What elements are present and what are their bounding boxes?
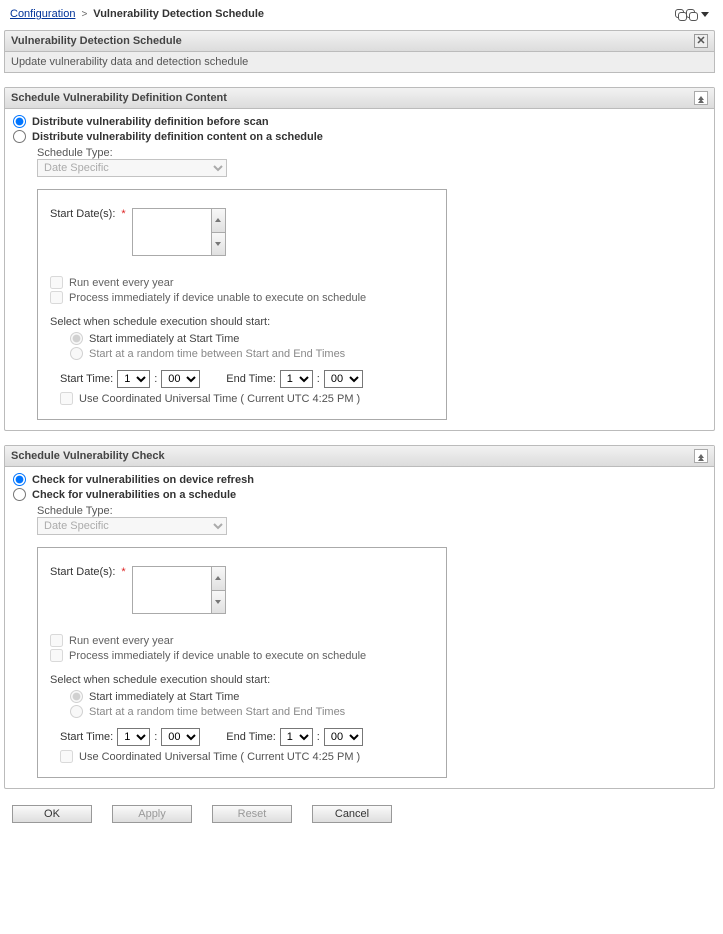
radio-label[interactable]: Start at a random time between Start and… <box>89 348 345 360</box>
apply-button[interactable]: Apply <box>112 805 192 823</box>
schedule-details-box: Start Date(s): * Run event every year Pr… <box>37 547 447 778</box>
start-min-select[interactable]: 00 <box>161 370 200 388</box>
spin-up-button[interactable] <box>212 208 226 233</box>
radio-label[interactable]: Start at a random time between Start and… <box>89 706 345 718</box>
dropdown-caret-icon[interactable] <box>701 12 709 17</box>
ok-button[interactable]: OK <box>12 805 92 823</box>
chk-run-every-year[interactable] <box>50 634 63 647</box>
start-dates-label: Start Date(s): <box>50 208 115 220</box>
cancel-button[interactable]: Cancel <box>312 805 392 823</box>
panel-header: Schedule Vulnerability Check <box>5 446 714 467</box>
panel-header: Schedule Vulnerability Definition Conten… <box>5 88 714 109</box>
radio-label[interactable]: Distribute vulnerability definition befo… <box>32 116 269 128</box>
collapse-icon[interactable] <box>694 91 708 105</box>
start-time-label: Start Time: <box>60 731 113 743</box>
start-dates-list[interactable] <box>132 208 212 256</box>
radio-label[interactable]: Start immediately at Start Time <box>89 691 239 703</box>
start-min-select[interactable]: 00 <box>161 728 200 746</box>
chk-label[interactable]: Run event every year <box>69 277 174 289</box>
spin-down-button[interactable] <box>212 591 226 615</box>
chk-process-immediately[interactable] <box>50 649 63 662</box>
link-icon[interactable] <box>686 9 695 19</box>
radio-check-on-schedule[interactable] <box>13 488 26 501</box>
page-description: Update vulnerability data and detection … <box>4 52 715 73</box>
end-hour-select[interactable]: 1 <box>280 370 313 388</box>
schedule-type-select[interactable]: Date Specific <box>37 517 227 535</box>
end-hour-select[interactable]: 1 <box>280 728 313 746</box>
chevron-down-icon <box>215 242 221 246</box>
panel-vulnerability-check: Schedule Vulnerability Check Check for v… <box>4 445 715 789</box>
chk-label[interactable]: Use Coordinated Universal Time ( Current… <box>79 393 360 405</box>
page-title: Vulnerability Detection Schedule <box>11 35 182 47</box>
required-asterisk: * <box>121 566 125 578</box>
chk-run-every-year[interactable] <box>50 276 63 289</box>
start-hour-select[interactable]: 1 <box>117 728 150 746</box>
reset-button[interactable]: Reset <box>212 805 292 823</box>
chevron-up-icon <box>215 218 221 222</box>
end-time-label: End Time: <box>226 731 276 743</box>
radio-start-immediately[interactable] <box>70 690 83 703</box>
end-min-select[interactable]: 00 <box>324 370 363 388</box>
exec-start-heading: Select when schedule execution should st… <box>50 316 434 328</box>
schedule-details-box: Start Date(s): * Run event every year Pr… <box>37 189 447 420</box>
radio-label[interactable]: Distribute vulnerability definition cont… <box>32 131 323 143</box>
button-row: OK Apply Reset Cancel <box>4 805 715 823</box>
radio-label[interactable]: Check for vulnerabilities on device refr… <box>32 474 254 486</box>
chk-utc[interactable] <box>60 392 73 405</box>
chk-utc[interactable] <box>60 750 73 763</box>
radio-start-immediately[interactable] <box>70 332 83 345</box>
radio-label[interactable]: Start immediately at Start Time <box>89 333 239 345</box>
breadcrumb-sep-icon: > <box>81 9 87 20</box>
radio-check-on-refresh[interactable] <box>13 473 26 486</box>
panel-title: Schedule Vulnerability Check <box>11 450 165 462</box>
radio-distribute-on-schedule[interactable] <box>13 130 26 143</box>
radio-distribute-before-scan[interactable] <box>13 115 26 128</box>
time-colon: : <box>154 731 157 743</box>
schedule-type-label: Schedule Type: <box>37 147 706 159</box>
spin-up-button[interactable] <box>212 566 226 591</box>
end-min-select[interactable]: 00 <box>324 728 363 746</box>
schedule-type-label: Schedule Type: <box>37 505 706 517</box>
radio-label[interactable]: Check for vulnerabilities on a schedule <box>32 489 236 501</box>
breadcrumb-link-configuration[interactable]: Configuration <box>10 8 75 20</box>
chevron-down-icon <box>215 600 221 604</box>
start-dates-label: Start Date(s): <box>50 566 115 578</box>
collapse-icon[interactable] <box>694 449 708 463</box>
radio-start-random[interactable] <box>70 347 83 360</box>
close-icon[interactable]: ✕ <box>694 34 708 48</box>
breadcrumb-current: Vulnerability Detection Schedule <box>93 8 264 20</box>
chk-label[interactable]: Process immediately if device unable to … <box>69 650 366 662</box>
required-asterisk: * <box>121 208 125 220</box>
end-time-label: End Time: <box>226 373 276 385</box>
chevron-up-icon <box>215 576 221 580</box>
chk-label[interactable]: Run event every year <box>69 635 174 647</box>
chk-label[interactable]: Process immediately if device unable to … <box>69 292 366 304</box>
page-link-tools <box>675 9 709 19</box>
panel-definition-content: Schedule Vulnerability Definition Conten… <box>4 87 715 431</box>
chk-process-immediately[interactable] <box>50 291 63 304</box>
start-hour-select[interactable]: 1 <box>117 370 150 388</box>
time-colon: : <box>317 731 320 743</box>
breadcrumb: Configuration > Vulnerability Detection … <box>4 4 715 24</box>
start-dates-list[interactable] <box>132 566 212 614</box>
schedule-type-select[interactable]: Date Specific <box>37 159 227 177</box>
radio-start-random[interactable] <box>70 705 83 718</box>
start-time-label: Start Time: <box>60 373 113 385</box>
panel-title: Schedule Vulnerability Definition Conten… <box>11 92 227 104</box>
time-colon: : <box>154 373 157 385</box>
exec-start-heading: Select when schedule execution should st… <box>50 674 434 686</box>
title-bar: Vulnerability Detection Schedule ✕ <box>4 30 715 52</box>
chk-label[interactable]: Use Coordinated Universal Time ( Current… <box>79 751 360 763</box>
link-icon[interactable] <box>675 9 684 19</box>
spin-down-button[interactable] <box>212 233 226 257</box>
time-colon: : <box>317 373 320 385</box>
